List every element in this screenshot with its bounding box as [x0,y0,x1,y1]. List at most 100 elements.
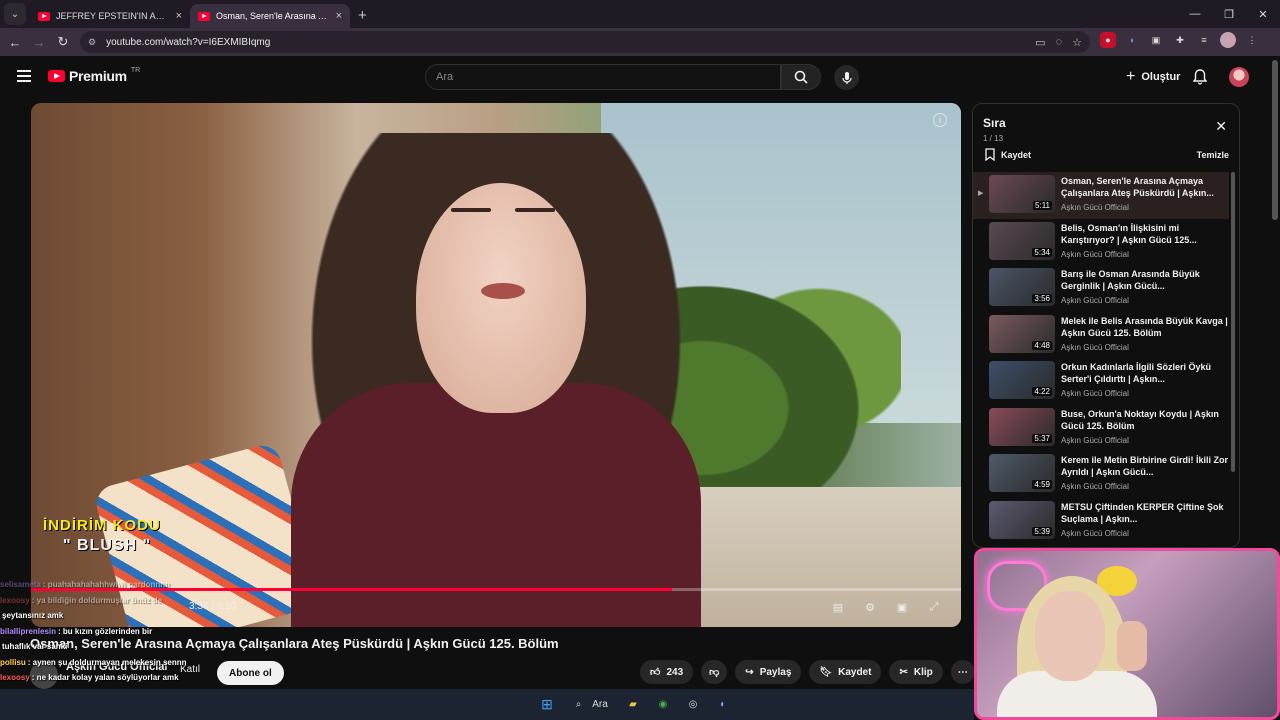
video-thumbnail[interactable]: 4:59 [989,454,1055,492]
search-button[interactable] [781,64,821,90]
video-thumbnail[interactable]: 4:48 [989,314,1055,353]
taskbar-search[interactable]: ⌕ Ara [567,694,613,714]
video-player[interactable]: İNDİRİM KODU " BLUSH " i 3:34 / 5:10 ▤ ⚙… [31,103,961,627]
thumbs-down-icon: 👎︎ [709,667,720,678]
extension-red-icon[interactable]: ● [1100,32,1116,48]
browser-menu-icon[interactable]: ⋮ [1244,32,1260,48]
video-thumbnail[interactable]: 4:22 [989,361,1055,399]
file-explorer-icon[interactable]: ▰ [623,694,643,714]
streamer-face [1035,591,1105,681]
close-tab-icon[interactable]: × [176,10,182,22]
restore-icon[interactable]: ❐ [1212,8,1246,21]
video-thumbnail[interactable]: 5:34 [989,221,1055,260]
queue-item-title[interactable]: Buse, Orkun'a Noktayı Koydu | Aşkın Gücü… [1061,408,1229,432]
windows-start-icon[interactable]: ⊞ [537,694,557,714]
chat-username: lexoosy [0,673,30,682]
dislike-button[interactable]: 👎︎ [701,660,728,684]
new-tab-button[interactable]: + [358,7,367,24]
save-label: Kaydet [838,666,872,678]
share-button[interactable]: ↪ Paylaş [735,660,802,684]
cast-icon[interactable]: ▭ [1035,36,1045,49]
minimize-icon[interactable]: — [1178,8,1212,20]
settings-gear-icon[interactable]: ⚙ [861,599,879,615]
bookmark-star-icon[interactable]: ☆ [1072,36,1082,49]
chat-username: pollisu [0,657,26,667]
video-thumbnail[interactable]: 5:11 [989,175,1055,213]
tab-1[interactable]: JEFFREY EPSTEIN'IN ADASINA G × [30,4,190,28]
notifications-button[interactable] [1192,69,1208,90]
youtube-logo[interactable]: Premium TR [48,66,141,84]
eye-off-icon[interactable]: ◌ [1056,36,1063,48]
clip-button[interactable]: ✂ Klip [889,660,943,684]
close-window-icon[interactable]: ✕ [1246,8,1280,21]
page-scrollbar[interactable] [1272,60,1278,220]
obs-icon[interactable]: ◎ [683,694,703,714]
queue-item[interactable]: 3:56 Barış ile Osman Arasında Büyük Gergi… [973,265,1229,312]
window-controls: — ❐ ✕ [1178,0,1280,28]
video-actions: 👍︎ 243 👎︎ ↪ Paylaş 🔖︎ Kaydet ✂ Klip ⋯ [640,660,975,684]
save-button[interactable]: 🔖︎ Kaydet [809,660,882,684]
queue-item-title[interactable]: Kerem ile Metin Birbirine Girdi! İkili Z… [1061,454,1229,478]
url-text: youtube.com/watch?v=I6EXMIBIqmg [106,36,271,48]
queue-item-channel: Aşkın Gücü Official [1061,482,1129,491]
chat-text: tuhaflık var sanki [2,642,68,651]
menu-icon[interactable] [17,70,31,85]
create-button[interactable]: + Oluştur [1116,64,1190,90]
queue-item-title[interactable]: Barış ile Osman Arasında Büyük Gerginlik… [1061,268,1229,292]
profile-avatar[interactable] [1220,32,1236,48]
chrome-icon[interactable]: ◉ [653,694,673,714]
extension-shield-icon[interactable]: ▣ [1148,32,1164,48]
forward-icon[interactable]: → [27,35,51,50]
like-button[interactable]: 👍︎ 243 [640,660,694,684]
tab-search-menu[interactable]: ⌄ [4,3,26,25]
address-bar[interactable]: ⚙ youtube.com/watch?v=I6EXMIBIqmg ▭ ◌ ☆ [80,31,1090,53]
queue-scrollbar[interactable] [1231,172,1235,472]
miniplayer-icon[interactable]: ▣ [893,599,911,615]
chat-message: lexoosy: ya bildiğin doldurmuşlar ünüz d… [0,593,300,609]
windows-taskbar: ⊞ ⌕ Ara ▰ ◉ ◎ ◐ [0,689,974,720]
close-tab-icon[interactable]: × [336,10,342,22]
queue-item[interactable]: 4:48 Melek ile Belis Arasında Büyük Kavga… [973,312,1229,359]
queue-item-title[interactable]: Melek ile Belis Arasında Büyük Kavga | A… [1061,315,1229,339]
region-code: TR [130,66,141,74]
bell-icon [1192,69,1208,85]
webcam-overlay [974,548,1280,720]
chat-text: : aynen şu doldurmayan melekesin sennn [27,657,187,667]
subtitles-icon[interactable]: ▤ [829,599,847,615]
info-icon[interactable]: i [933,113,947,127]
queue-item-title[interactable]: Osman, Seren'le Arasına Açmaya Çalışanla… [1061,175,1229,199]
queue-item[interactable]: 4:22 Orkun Kadınlarla İlgili Sözleri Öykü… [973,358,1229,405]
more-icon: ⋯ [957,666,968,678]
extensions-puzzle-icon[interactable]: ✚ [1172,32,1188,48]
queue-item[interactable]: ▶ 5:11 Osman, Seren'le Arasına Açmaya Çalı… [973,172,1229,219]
chat-message: şeytansınız amk [0,608,300,624]
queue-save-button[interactable]: Kaydet [985,148,1031,161]
chat-message: tuhaflık var sanki [0,639,300,655]
more-actions-button[interactable]: ⋯ [950,660,975,684]
video-thumbnail[interactable]: 5:39 [989,500,1055,539]
back-icon[interactable]: ← [3,35,27,50]
queue-item-title[interactable]: Belis, Osman'ın İlişkisini mi Karıştırıy… [1061,222,1229,246]
fullscreen-icon[interactable]: ⤢ [925,599,943,615]
queue-item[interactable]: 5:37 Buse, Orkun'a Noktayı Koydu | Aşkın … [973,405,1229,452]
queue-clear-button[interactable]: Temizle [1197,150,1229,160]
discord-icon[interactable]: ◐ [713,694,733,714]
close-queue-icon[interactable]: ✕ [1215,118,1227,135]
site-info-icon[interactable]: ⚙ [88,37,96,48]
chat-text: : ya bildiğin doldurmuşlar ünüz de [31,595,163,605]
queue-item[interactable]: 5:34 Belis, Osman'ın İlişkisini mi Karışt… [973,219,1229,266]
media-control-icon[interactable]: ≡ [1196,32,1212,48]
search-input[interactable]: Ara [425,64,781,90]
queue-item-title[interactable]: METSU Çiftinden KERPER Çiftine Şok Suçla… [1061,501,1229,525]
voice-search-button[interactable] [834,65,859,90]
queue-item[interactable]: 4:59 Kerem ile Metin Birbirine Girdi! İki… [973,451,1229,498]
account-avatar[interactable] [1229,67,1249,87]
video-thumbnail[interactable]: 3:56 [989,268,1055,306]
extension-blue-icon[interactable]: ◗ [1124,32,1140,48]
queue-item-title[interactable]: Orkun Kadınlarla İlgili Sözleri Öykü Ser… [1061,361,1229,385]
tab-title: Osman, Seren'le Arasına Açmay [216,11,330,21]
reload-icon[interactable]: ↻ [51,34,75,50]
video-thumbnail[interactable]: 5:37 [989,407,1055,446]
queue-item[interactable]: 5:39 METSU Çiftinden KERPER Çiftine Şok S… [973,498,1229,545]
tab-2[interactable]: Osman, Seren'le Arasına Açmay × [190,4,350,28]
